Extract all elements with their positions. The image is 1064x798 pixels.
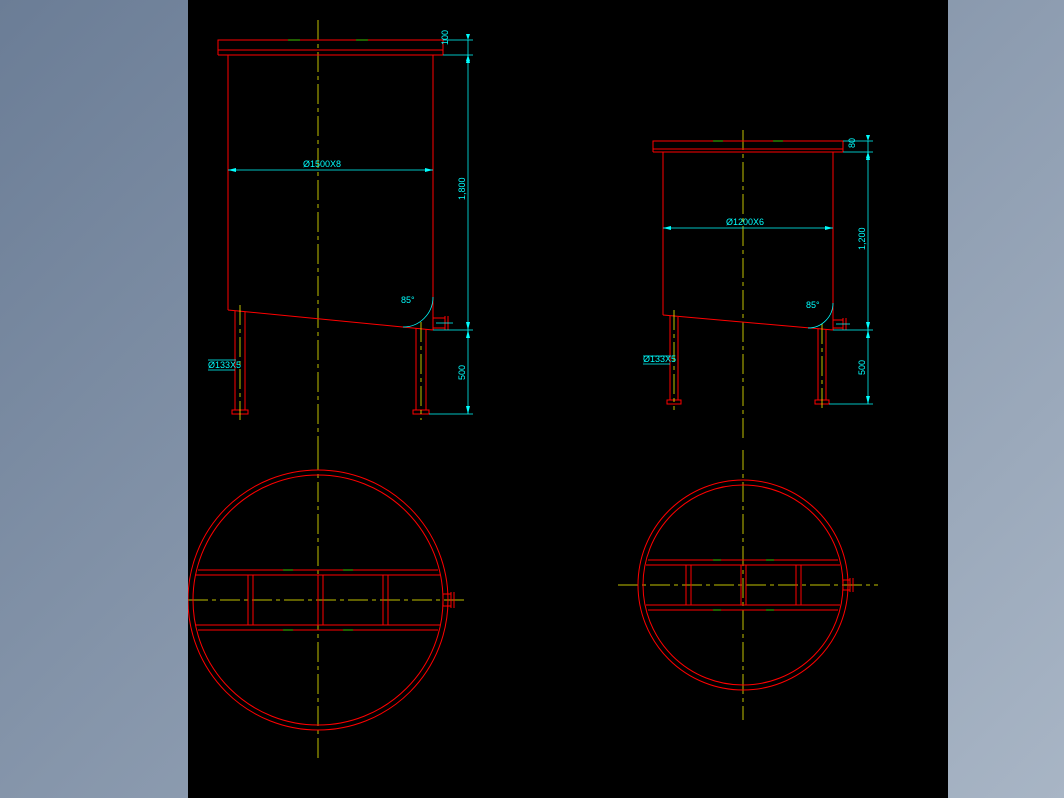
tank1-angle-label: 85°: [401, 295, 415, 305]
tank2-elevation: 85° Ø1200X6 80 1,200 500 Ø133X5: [643, 130, 873, 440]
tank2-height: 1,200: [857, 227, 867, 250]
tank2-plan: [618, 450, 878, 720]
tank1-diameter-label: Ø1500X8: [303, 159, 341, 169]
tank2-angle-label: 85°: [806, 300, 820, 310]
tank1-leg-height: 500: [457, 365, 467, 380]
tank1-height: 1,800: [457, 177, 467, 200]
cad-drawing-canvas: 85° Ø1500X8 100 1,800 500 Ø133X5 85° Ø12…: [188, 0, 948, 798]
tank1-plan: [188, 450, 468, 760]
cad-svg: 85° Ø1500X8 100 1,800 500 Ø133X5 85° Ø12…: [188, 0, 948, 798]
tank1-leg-label: Ø133X5: [208, 360, 241, 370]
tank2-top-height: 80: [847, 138, 857, 148]
tank1-elevation: 85° Ø1500X8 100 1,800 500 Ø133X5: [208, 20, 473, 450]
tank2-leg-label: Ø133X5: [643, 354, 676, 364]
tank2-leg-height: 500: [857, 360, 867, 375]
tank1-top-height: 100: [440, 30, 450, 45]
tank2-diameter-label: Ø1200X6: [726, 217, 764, 227]
